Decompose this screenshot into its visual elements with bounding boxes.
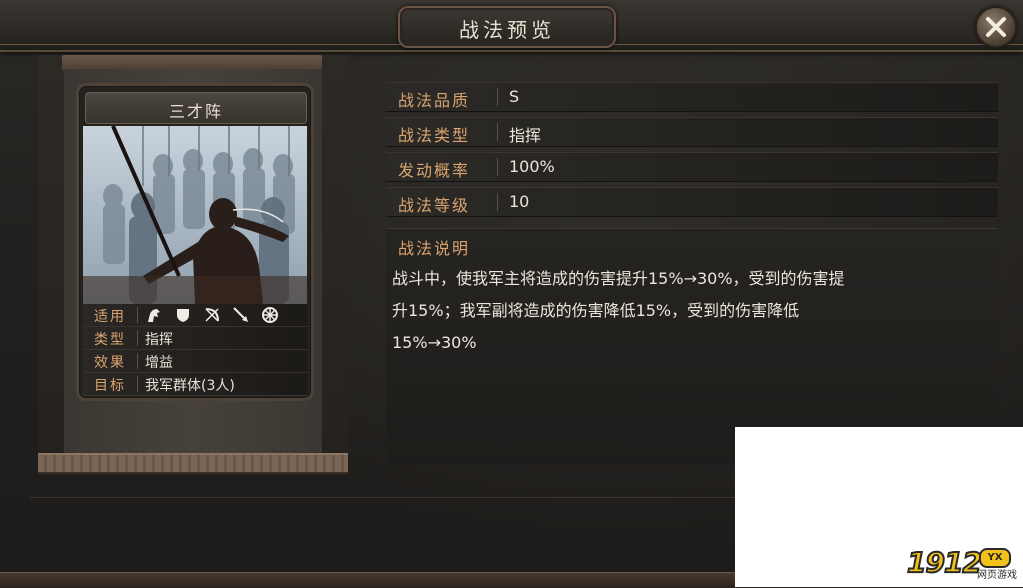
attr-separator — [137, 353, 138, 369]
bottom-divider — [30, 497, 830, 498]
info-separator — [497, 123, 498, 141]
watermark-subtitle: 网页游戏 — [977, 570, 1017, 581]
troop-type-icons — [145, 306, 285, 325]
info-row-level: 战法等级 10 — [386, 187, 998, 217]
info-value: S — [509, 87, 520, 106]
attr-value: 增益 — [145, 355, 173, 371]
attr-separator — [137, 330, 138, 346]
info-separator — [497, 193, 498, 211]
description-line: 15%→30% — [392, 333, 477, 352]
card-name-plate: 三才阵 — [85, 92, 307, 124]
close-icon — [986, 17, 1006, 37]
attr-row-applicable: 适用 — [83, 304, 307, 327]
info-value: 10 — [509, 192, 530, 211]
info-key: 战法类型 — [398, 126, 471, 145]
info-key: 战法等级 — [398, 196, 471, 215]
attr-value: 我军群体(3人) — [145, 378, 235, 394]
bow-icon — [203, 306, 221, 324]
shield-icon — [174, 306, 192, 324]
info-key: 发动概率 — [398, 161, 471, 180]
card-name: 三才阵 — [168, 102, 223, 121]
info-separator — [497, 88, 498, 106]
attr-key: 效果 — [94, 355, 126, 371]
info-value: 100% — [509, 157, 555, 176]
card-artwork — [83, 126, 307, 304]
attr-key: 类型 — [94, 332, 126, 348]
attr-key: 目标 — [94, 378, 126, 394]
description-line: 升15%；我军副将造成的伤害降低15%，受到的伤害降低 — [392, 301, 800, 320]
info-key: 战法品质 — [398, 91, 471, 110]
info-row-quality: 战法品质 S — [386, 82, 998, 112]
cavalry-icon — [145, 306, 163, 324]
card-attributes: 适用 类型 指挥 效果 增益 目标 我军群体(3人) — [83, 304, 307, 396]
dialog-panel: 战法预览 三才阵 适用 类型 指挥 效果 增益 目标 我军群体(3人) 战法品质… — [0, 0, 1023, 588]
wheel-icon — [261, 306, 279, 324]
attr-value: 指挥 — [145, 332, 173, 348]
title-plate: 战法预览 — [398, 6, 616, 48]
dialog-title: 战法预览 — [459, 18, 555, 42]
attr-separator — [137, 376, 138, 392]
info-row-probability: 发动概率 100% — [386, 152, 998, 182]
attr-separator — [137, 307, 138, 323]
attr-row-effect: 效果 增益 — [83, 350, 307, 373]
info-row-type: 战法类型 指挥 — [386, 117, 998, 147]
spear-icon — [232, 306, 250, 324]
description-label: 战法说明 — [398, 239, 471, 258]
attr-row-type: 类型 指挥 — [83, 327, 307, 350]
watermark-badge: YX — [979, 548, 1011, 568]
attr-row-target: 目标 我军群体(3人) — [83, 373, 307, 396]
attr-key: 适用 — [94, 309, 126, 325]
watermark-digits: 1912 — [906, 545, 983, 580]
scroll-bottom-rod — [38, 453, 348, 474]
info-separator — [497, 158, 498, 176]
info-value: 指挥 — [509, 126, 542, 145]
close-button[interactable] — [975, 6, 1017, 48]
description-line: 战斗中，使我军主将造成的伤害提升15%→30%，受到的伤害提 — [392, 269, 845, 288]
description-text: 战斗中，使我军主将造成的伤害提升15%→30%，受到的伤害提 升15%；我军副将… — [392, 263, 992, 359]
skill-card: 三才阵 适用 类型 指挥 效果 增益 目标 我军群体(3人) — [76, 83, 314, 401]
